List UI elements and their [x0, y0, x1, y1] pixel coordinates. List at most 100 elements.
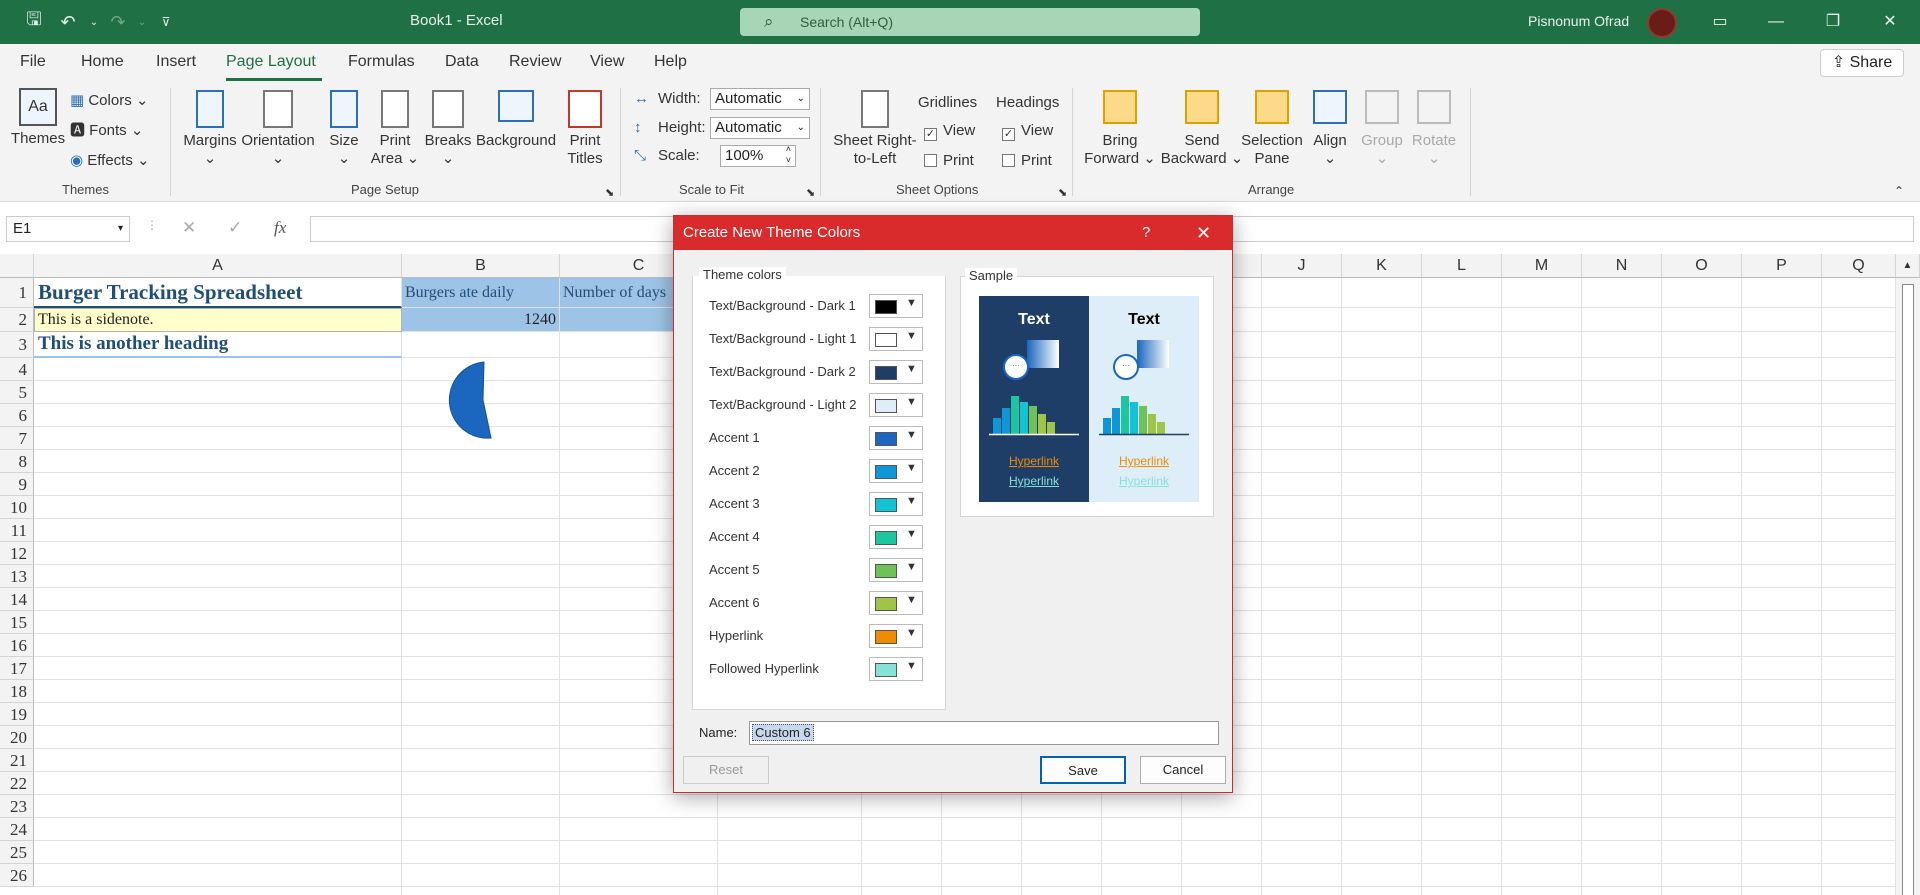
cancel-button[interactable]: Cancel — [1140, 756, 1226, 784]
orientation-button[interactable]: Orientation ⌄ — [238, 90, 318, 168]
row-header-12[interactable]: 12 — [0, 542, 34, 565]
color-picker-button[interactable]: ▼ — [869, 558, 923, 582]
row-header-25[interactable]: 25 — [0, 841, 34, 864]
row-header-21[interactable]: 21 — [0, 749, 34, 772]
row-header-1[interactable]: 1 — [0, 278, 34, 308]
row-header-5[interactable]: 5 — [0, 381, 34, 404]
avatar[interactable] — [1647, 8, 1677, 38]
column-header-p[interactable]: P — [1742, 254, 1822, 278]
ribbon-display-icon[interactable]: ▭ — [1700, 8, 1740, 36]
group-button[interactable]: Group ⌄ — [1356, 90, 1408, 168]
align-button[interactable]: Align ⌄ — [1306, 90, 1354, 168]
column-header-a[interactable]: A — [34, 254, 402, 278]
rotate-button[interactable]: Rotate ⌄ — [1408, 90, 1460, 168]
color-picker-button[interactable]: ▼ — [869, 657, 923, 681]
spinner-icon[interactable]: ˄ ˅ — [786, 144, 791, 166]
height-select[interactable]: Automatic ⌄ — [710, 117, 810, 139]
width-select[interactable]: Automatic ⌄ — [710, 88, 810, 110]
search-input[interactable]: ⌕ Search (Alt+Q) — [740, 8, 1200, 36]
customize-toolbar-icon[interactable]: ⊽ — [154, 10, 178, 34]
tab-insert[interactable]: Insert — [156, 53, 196, 71]
row-header-18[interactable]: 18 — [0, 680, 34, 703]
row-header-10[interactable]: 10 — [0, 496, 34, 519]
headings-print-checkbox[interactable]: Print — [1002, 152, 1052, 170]
column-header-j[interactable]: J — [1262, 254, 1342, 278]
scrollbar-up-icon[interactable]: ▲ — [1896, 254, 1920, 278]
fonts-button[interactable]: 🅰 Fonts ⌄ — [70, 122, 143, 140]
row-header-24[interactable]: 24 — [0, 818, 34, 841]
page-setup-launcher-icon[interactable]: ⬊ — [605, 184, 614, 202]
help-icon[interactable]: ? — [1142, 216, 1150, 250]
cell-a1[interactable]: Burger Tracking Spreadsheet — [34, 278, 402, 308]
headings-view-checkbox[interactable]: ✓ View — [1002, 122, 1053, 141]
color-picker-button[interactable]: ▼ — [869, 624, 923, 648]
send-backward-button[interactable]: Send Backward ⌄ — [1160, 90, 1244, 168]
row-header-20[interactable]: 20 — [0, 726, 34, 749]
row-header-19[interactable]: 19 — [0, 703, 34, 726]
print-area-button[interactable]: Print Area ⌄ — [370, 90, 420, 168]
bring-forward-button[interactable]: Bring Forward ⌄ — [1080, 90, 1160, 168]
gridlines-view-checkbox[interactable]: ✓ View — [924, 122, 975, 141]
undo-dropdown-icon[interactable]: ⌄ — [82, 10, 106, 34]
row-header-26[interactable]: 26 — [0, 864, 34, 887]
row-header-11[interactable]: 11 — [0, 519, 34, 542]
print-titles-button[interactable]: Print Titles — [560, 90, 610, 168]
tab-help[interactable]: Help — [654, 53, 687, 71]
tab-formulas[interactable]: Formulas — [348, 53, 415, 71]
margins-button[interactable]: Margins ⌄ — [182, 90, 238, 168]
tab-page-layout[interactable]: Page Layout — [226, 53, 316, 71]
row-header-22[interactable]: 22 — [0, 772, 34, 795]
gridlines-print-checkbox[interactable]: Print — [924, 152, 974, 170]
row-header-8[interactable]: 8 — [0, 450, 34, 473]
insert-function-icon[interactable]: fx — [274, 218, 286, 238]
background-button[interactable]: Background — [476, 90, 556, 150]
column-header-n[interactable]: N — [1582, 254, 1662, 278]
close-window-icon[interactable]: ✕ — [1870, 8, 1910, 36]
reset-button[interactable]: Reset — [683, 756, 769, 784]
themes-button[interactable]: Aa Themes — [10, 88, 66, 148]
breaks-button[interactable]: Breaks ⌄ — [424, 90, 472, 168]
cell-b1[interactable]: Burgers ate daily — [402, 278, 560, 308]
row-header-6[interactable]: 6 — [0, 404, 34, 427]
color-picker-button[interactable]: ▼ — [869, 525, 923, 549]
save-icon[interactable]: 🖫 — [22, 9, 46, 34]
tab-data[interactable]: Data — [445, 53, 479, 71]
pie-shape[interactable] — [446, 360, 516, 440]
cell-a2[interactable]: This is a sidenote. — [34, 308, 402, 332]
redo-dropdown-icon[interactable]: ⌄ — [130, 10, 154, 34]
color-picker-button[interactable]: ▼ — [869, 426, 923, 450]
color-picker-button[interactable]: ▼ — [869, 393, 923, 417]
cell-b2[interactable]: 1240 — [402, 308, 560, 332]
color-picker-button[interactable]: ▼ — [869, 327, 923, 351]
collapse-ribbon-icon[interactable]: ⌃ — [1894, 182, 1904, 200]
effects-button[interactable]: ◉ Effects ⌄ — [70, 152, 150, 170]
row-header-3[interactable]: 3 — [0, 332, 34, 358]
share-button[interactable]: ⇪ Share — [1820, 49, 1904, 77]
vertical-scrollbar[interactable] — [1896, 278, 1920, 895]
column-header-q[interactable]: Q — [1822, 254, 1896, 278]
tab-home[interactable]: Home — [81, 53, 124, 71]
color-picker-button[interactable]: ▼ — [869, 492, 923, 516]
close-icon[interactable]: ✕ — [1196, 216, 1211, 250]
color-picker-button[interactable]: ▼ — [869, 294, 923, 318]
sheet-rtl-button[interactable]: Sheet Right- to-Left — [830, 90, 920, 168]
tab-file[interactable]: File — [20, 53, 46, 71]
redo-icon[interactable]: ↷ — [106, 10, 130, 34]
minimize-icon[interactable]: — — [1756, 8, 1796, 36]
column-header-k[interactable]: K — [1342, 254, 1422, 278]
colors-button[interactable]: ▦ Colors ⌄ — [70, 92, 148, 110]
scale-input[interactable]: 100% ˄ ˅ — [720, 144, 796, 167]
column-header-b[interactable]: B — [402, 254, 560, 278]
column-header-m[interactable]: M — [1502, 254, 1582, 278]
cell-a3[interactable]: This is another heading — [34, 332, 402, 358]
row-header-23[interactable]: 23 — [0, 795, 34, 818]
sheet-options-launcher-icon[interactable]: ⬊ — [1058, 184, 1067, 202]
name-input[interactable]: Custom 6 — [749, 721, 1219, 745]
size-button[interactable]: Size ⌄ — [322, 90, 366, 168]
row-header-2[interactable]: 2 — [0, 308, 34, 332]
enter-icon[interactable]: ✓ — [228, 218, 242, 238]
row-header-13[interactable]: 13 — [0, 565, 34, 588]
tab-review[interactable]: Review — [509, 53, 561, 71]
row-header-14[interactable]: 14 — [0, 588, 34, 611]
name-box[interactable]: E1 ▾ — [6, 216, 130, 242]
